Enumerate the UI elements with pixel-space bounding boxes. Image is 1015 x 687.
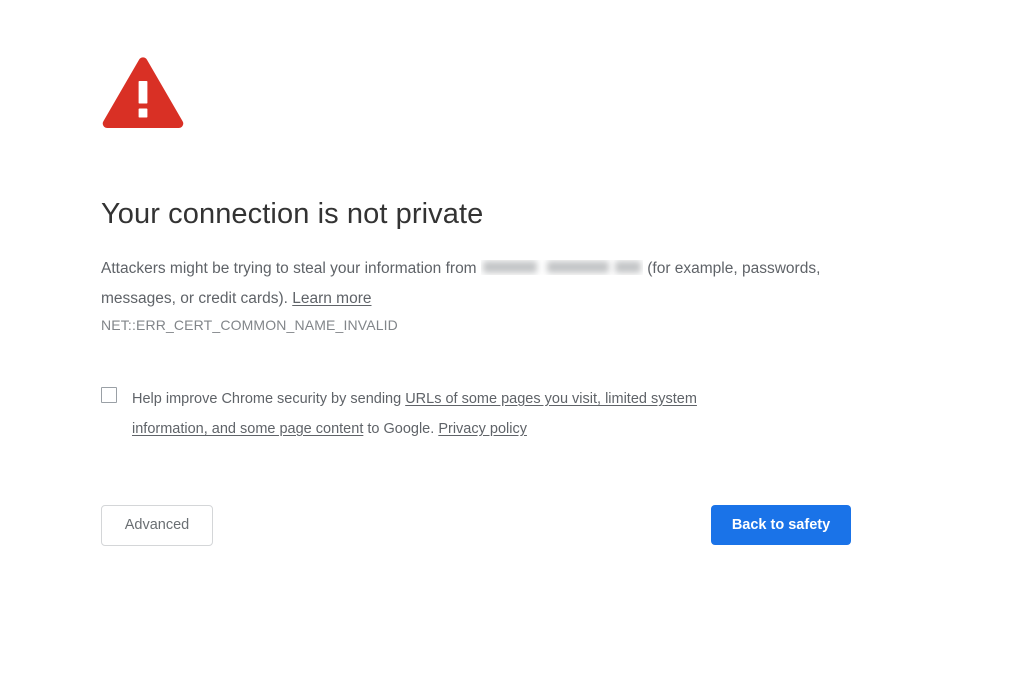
page-title: Your connection is not private — [101, 198, 484, 231]
warning-description: Attackers might be trying to steal your … — [101, 254, 853, 314]
description-lead: Attackers might be trying to steal your … — [101, 259, 477, 277]
opt-in-checkbox[interactable] — [101, 387, 117, 403]
back-to-safety-button[interactable]: Back to safety — [711, 505, 851, 545]
advanced-button[interactable]: Advanced — [101, 505, 213, 546]
privacy-policy-link[interactable]: Privacy policy — [438, 421, 527, 437]
opt-in-label: Help improve Chrome security by sending … — [132, 384, 772, 444]
warning-triangle-icon — [101, 56, 185, 129]
redacted-domain — [481, 260, 643, 275]
opt-in-text-middle: to Google. — [363, 421, 439, 437]
security-optin-row: Help improve Chrome security by sending … — [101, 384, 801, 444]
learn-more-link[interactable]: Learn more — [292, 290, 371, 307]
error-code: NET::ERR_CERT_COMMON_NAME_INVALID — [101, 317, 398, 333]
opt-in-text-before: Help improve Chrome security by sending — [132, 391, 406, 407]
